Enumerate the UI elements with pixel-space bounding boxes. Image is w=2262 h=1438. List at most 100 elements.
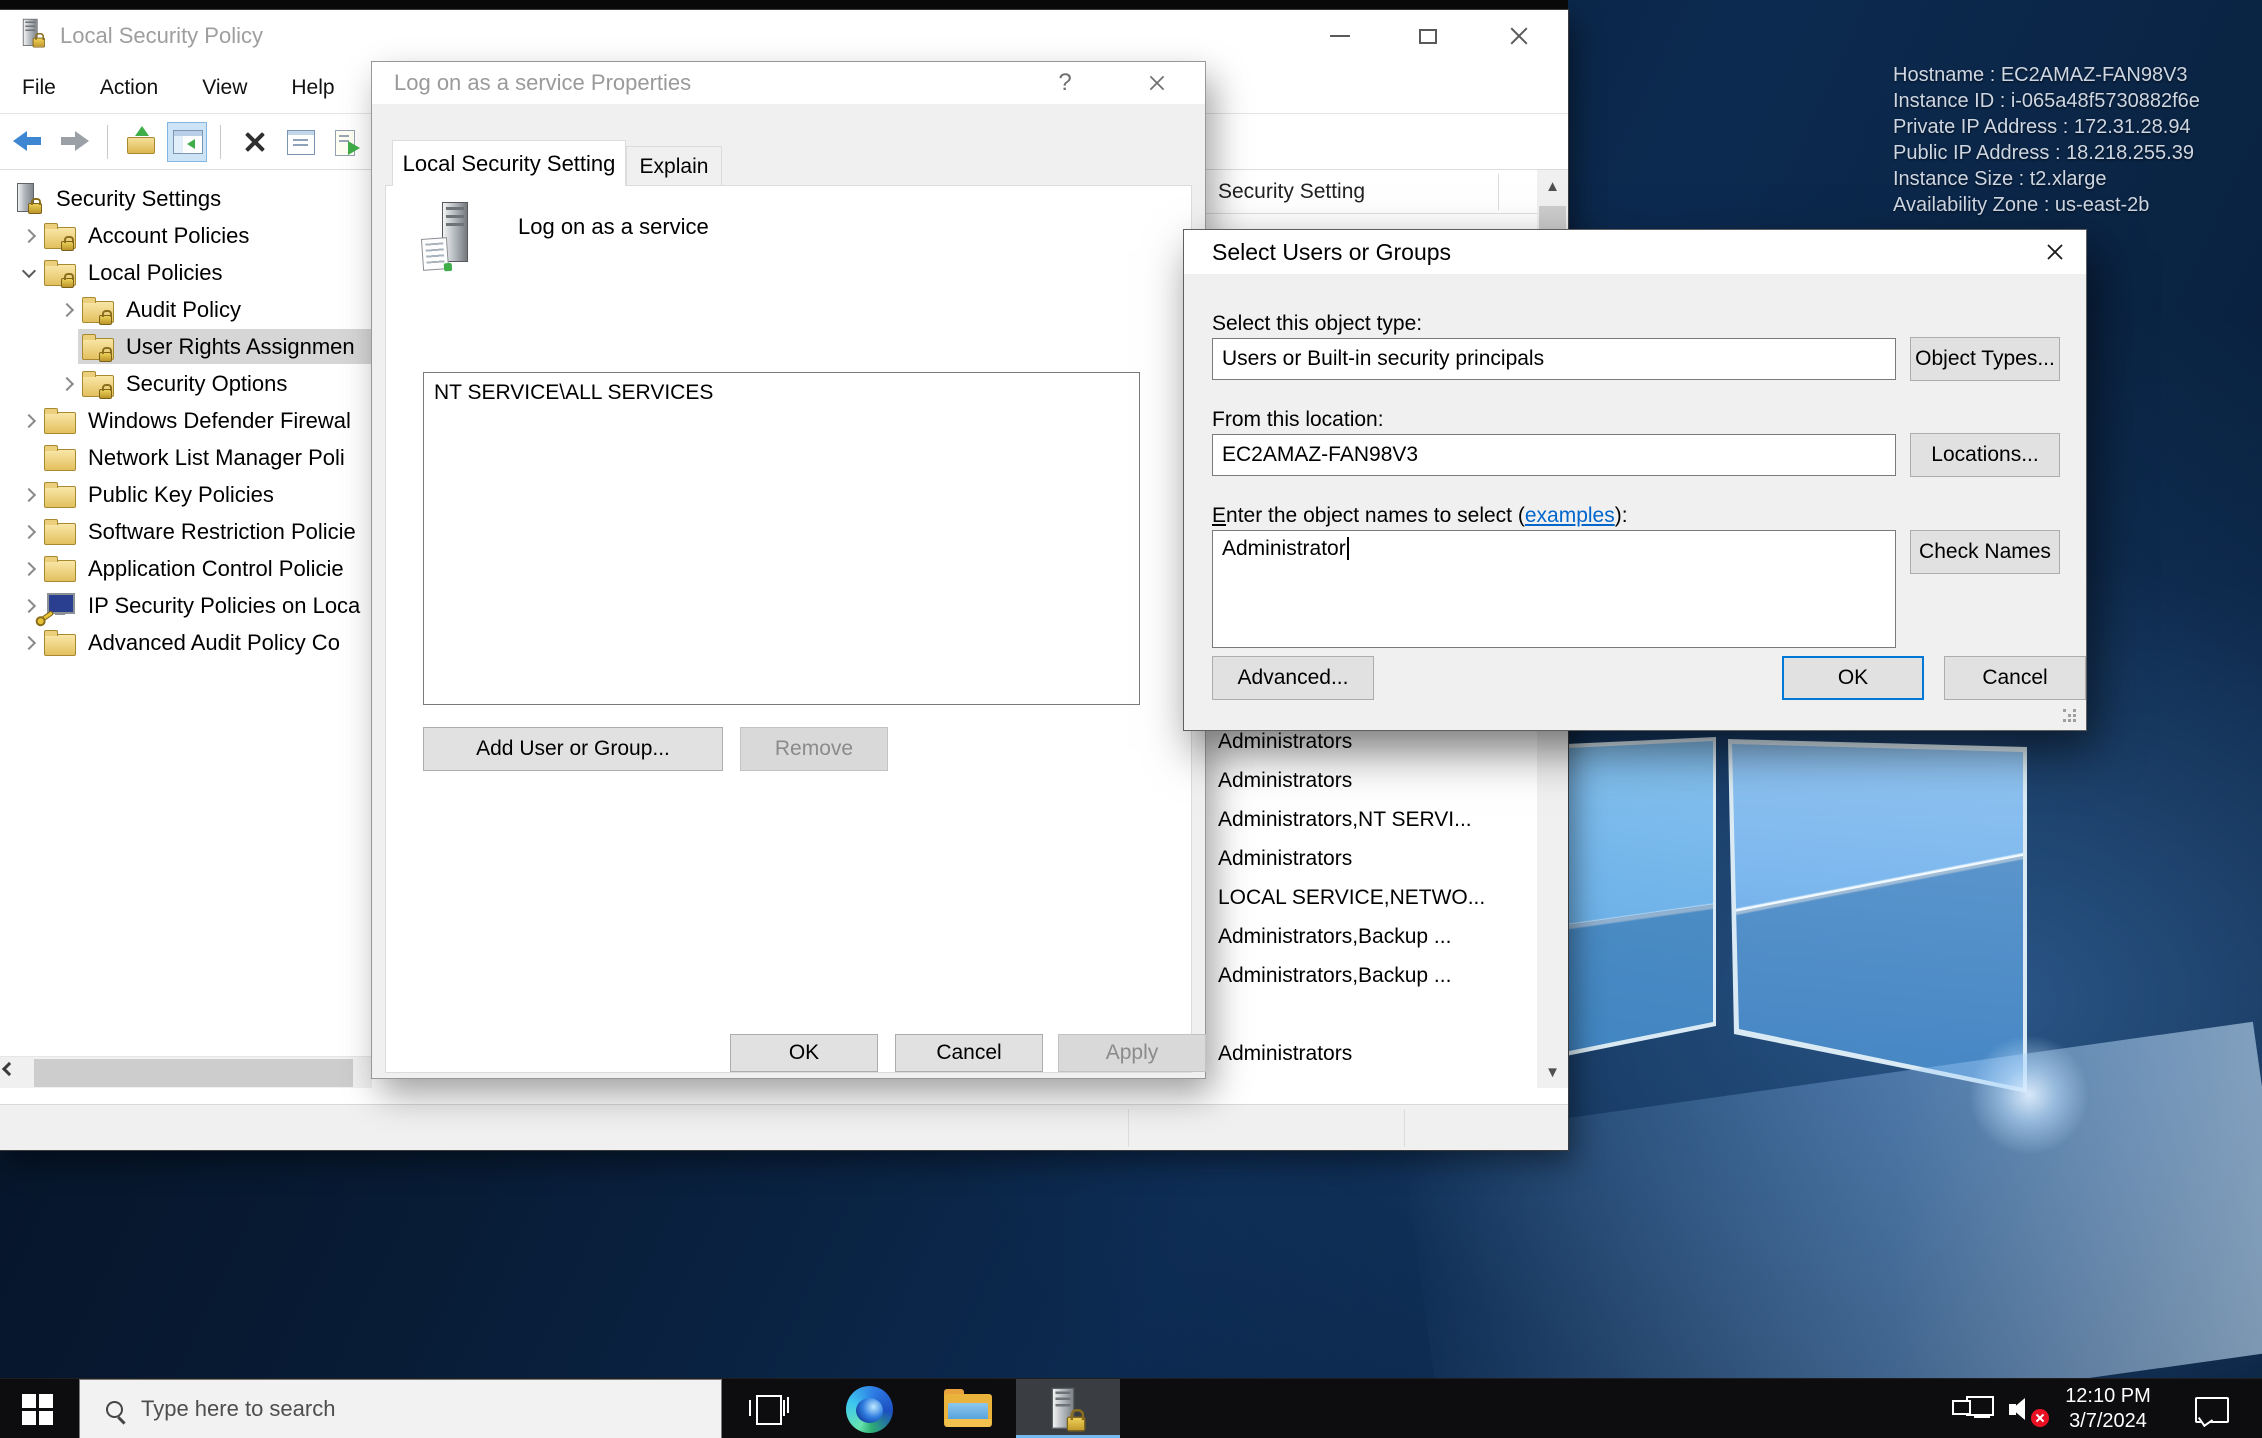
status-bar <box>0 1104 1568 1150</box>
local-security-policy-taskbar-button[interactable] <box>1016 1379 1120 1438</box>
list-item[interactable]: LOCAL SERVICE,NETWO... <box>1205 878 1537 917</box>
list-item[interactable]: Administrators <box>1205 761 1537 800</box>
properties-icon[interactable] <box>280 122 320 162</box>
maximize-icon[interactable] <box>1396 10 1460 62</box>
close-icon[interactable] <box>1487 10 1551 62</box>
scrollbar-thumb[interactable] <box>34 1059 353 1087</box>
back-icon[interactable] <box>8 122 48 162</box>
separator[interactable] <box>107 125 108 159</box>
object-types-button[interactable]: Object Types... <box>1910 337 2060 381</box>
file-explorer-button[interactable] <box>938 1379 1000 1438</box>
tree-item-label: Security Options <box>126 371 287 397</box>
object-names-input[interactable]: Administrator <box>1212 530 1896 648</box>
menu-item[interactable]: View <box>202 76 247 100</box>
volume-tray-button[interactable] <box>2000 1379 2052 1438</box>
list-item[interactable]: Administrators <box>1205 839 1537 878</box>
tree-item[interactable]: Security Settings <box>0 180 372 217</box>
tree-item-label: Software Restriction Policie <box>88 519 356 545</box>
dialog-titlebar[interactable]: Select Users or Groups <box>1184 230 2086 274</box>
list-item[interactable]: Administrators,Backup ... <box>1205 956 1537 995</box>
tree-item[interactable]: Advanced Audit Policy Co <box>0 624 372 661</box>
taskbar-search[interactable] <box>79 1379 722 1438</box>
separator[interactable] <box>220 125 221 159</box>
delete-icon[interactable] <box>234 122 274 162</box>
list-item[interactable]: Administrators,NT SERVI... <box>1205 800 1537 839</box>
locations-button[interactable]: Locations... <box>1910 433 2060 477</box>
ok-button[interactable]: OK <box>1782 656 1924 700</box>
taskbar-clock[interactable]: 12:10 PM 3/7/2024 <box>2052 1379 2164 1438</box>
list-item[interactable]: Administrators <box>1205 1034 1537 1073</box>
horizontal-scrollbar[interactable] <box>0 1056 372 1088</box>
security-setting-column-header[interactable]: Security Setting <box>1218 170 1365 214</box>
start-button[interactable] <box>0 1379 75 1438</box>
object-type-field[interactable]: Users or Built-in security principals <box>1212 338 1896 380</box>
network-tray-button[interactable] <box>1946 1379 2000 1438</box>
cancel-button[interactable]: Cancel <box>1944 656 2086 700</box>
chevron-icon[interactable] <box>14 593 44 619</box>
list-item[interactable]: Administrators,Backup ... <box>1205 917 1537 956</box>
chevron-icon[interactable] <box>14 482 44 508</box>
cancel-button[interactable]: Cancel <box>895 1034 1043 1072</box>
action-center-button[interactable] <box>2180 1379 2242 1438</box>
dialog-titlebar[interactable]: Log on as a service Properties ? <box>372 62 1205 104</box>
dialog-title: Select Users or Groups <box>1212 230 1451 274</box>
menu-item[interactable]: File <box>22 76 56 100</box>
up-level-icon[interactable] <box>121 122 161 162</box>
forward-icon[interactable] <box>54 122 94 162</box>
edge-icon <box>846 1386 893 1433</box>
file-explorer-icon <box>944 1389 994 1429</box>
help-icon[interactable]: ? <box>1037 62 1093 104</box>
chevron-icon[interactable] <box>52 371 82 397</box>
member-item[interactable]: NT SERVICE\ALL SERVICES <box>424 373 1139 407</box>
ok-button[interactable]: OK <box>730 1034 878 1072</box>
resize-grip[interactable] <box>2052 696 2086 730</box>
console-tree-icon[interactable] <box>167 122 207 162</box>
tree-item[interactable]: IP Security Policies on Loca <box>0 587 372 624</box>
chevron-icon[interactable] <box>14 408 44 434</box>
remove-button[interactable]: Remove <box>740 727 888 771</box>
menu-item[interactable]: Action <box>100 76 158 100</box>
close-icon[interactable] <box>1127 62 1187 104</box>
tree-item[interactable]: Network List Manager Poli <box>0 439 372 476</box>
apply-button[interactable]: Apply <box>1058 1034 1206 1072</box>
minimize-icon[interactable] <box>1308 10 1372 62</box>
location-field[interactable]: EC2AMAZ-FAN98V3 <box>1212 434 1896 476</box>
task-view-button[interactable] <box>735 1379 801 1438</box>
edge-button[interactable] <box>838 1379 900 1438</box>
advanced-button[interactable]: Advanced... <box>1212 656 1374 700</box>
chevron-icon[interactable] <box>14 223 44 249</box>
scroll-left-icon[interactable] <box>2 1062 16 1076</box>
tab-explain[interactable]: Explain <box>626 146 722 186</box>
chevron-icon[interactable] <box>14 519 44 545</box>
tree-item-label: Application Control Policie <box>88 556 344 582</box>
tree-item-icon <box>44 482 76 508</box>
tree-item[interactable]: Audit Policy <box>0 291 372 328</box>
chevron-icon[interactable] <box>14 556 44 582</box>
tab-local-security-setting[interactable]: Local Security Setting <box>392 140 626 186</box>
tree-item-label: Windows Defender Firewal <box>88 408 351 434</box>
tree-item[interactable]: Security Options <box>0 365 372 402</box>
add-user-or-group-button[interactable]: Add User or Group... <box>423 727 723 771</box>
tree-item[interactable]: User Rights Assignmen <box>0 328 372 365</box>
tree-item[interactable]: Account Policies <box>0 217 372 254</box>
chevron-icon[interactable] <box>14 260 44 286</box>
list-item[interactable] <box>1205 995 1537 1034</box>
window-titlebar[interactable]: Local Security Policy <box>0 10 1568 62</box>
examples-link[interactable]: examples <box>1525 504 1615 527</box>
tree-item[interactable]: Local Policies <box>0 254 372 291</box>
chevron-icon[interactable] <box>52 297 82 323</box>
scroll-up-icon[interactable]: ▲ <box>1537 170 1568 202</box>
tree-item[interactable]: Windows Defender Firewal <box>0 402 372 439</box>
check-names-button[interactable]: Check Names <box>1910 530 2060 574</box>
chevron-icon[interactable] <box>14 630 44 656</box>
menu-item[interactable]: Help <box>291 76 334 100</box>
export-list-icon[interactable] <box>326 122 366 162</box>
tree-item[interactable]: Public Key Policies <box>0 476 372 513</box>
column-divider[interactable] <box>1498 174 1499 210</box>
search-input[interactable] <box>141 1396 641 1422</box>
close-icon[interactable] <box>2024 230 2086 274</box>
members-listbox[interactable]: NT SERVICE\ALL SERVICES <box>423 372 1140 705</box>
tree-item[interactable]: Software Restriction Policie <box>0 513 372 550</box>
tree-item[interactable]: Application Control Policie <box>0 550 372 587</box>
scroll-down-icon[interactable]: ▼ <box>1537 1056 1568 1088</box>
